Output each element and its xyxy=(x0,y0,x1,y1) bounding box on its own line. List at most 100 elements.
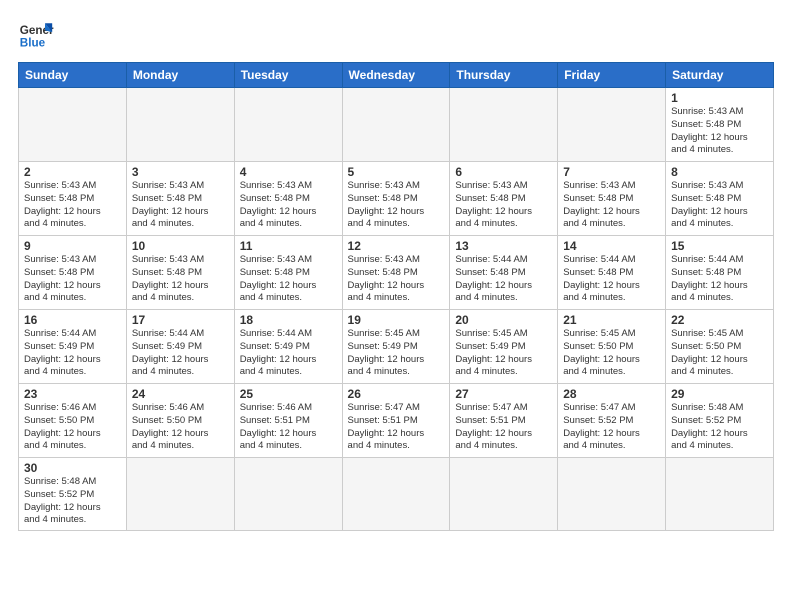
calendar-cell: 17Sunrise: 5:44 AM Sunset: 5:49 PM Dayli… xyxy=(126,310,234,384)
day-info: Sunrise: 5:45 AM Sunset: 5:49 PM Dayligh… xyxy=(348,328,445,379)
day-number: 5 xyxy=(348,165,445,179)
day-info: Sunrise: 5:44 AM Sunset: 5:48 PM Dayligh… xyxy=(455,254,552,305)
calendar-cell: 13Sunrise: 5:44 AM Sunset: 5:48 PM Dayli… xyxy=(450,236,558,310)
day-info: Sunrise: 5:47 AM Sunset: 5:52 PM Dayligh… xyxy=(563,402,660,453)
day-info: Sunrise: 5:43 AM Sunset: 5:48 PM Dayligh… xyxy=(132,254,229,305)
day-number: 24 xyxy=(132,387,229,401)
calendar-cell: 28Sunrise: 5:47 AM Sunset: 5:52 PM Dayli… xyxy=(558,384,666,458)
weekday-header: Monday xyxy=(126,63,234,88)
day-number: 13 xyxy=(455,239,552,253)
day-info: Sunrise: 5:45 AM Sunset: 5:49 PM Dayligh… xyxy=(455,328,552,379)
calendar-cell: 25Sunrise: 5:46 AM Sunset: 5:51 PM Dayli… xyxy=(234,384,342,458)
calendar-cell: 10Sunrise: 5:43 AM Sunset: 5:48 PM Dayli… xyxy=(126,236,234,310)
day-info: Sunrise: 5:43 AM Sunset: 5:48 PM Dayligh… xyxy=(348,180,445,231)
calendar-cell: 16Sunrise: 5:44 AM Sunset: 5:49 PM Dayli… xyxy=(19,310,127,384)
calendar-cell: 6Sunrise: 5:43 AM Sunset: 5:48 PM Daylig… xyxy=(450,162,558,236)
weekday-header: Saturday xyxy=(666,63,774,88)
day-info: Sunrise: 5:43 AM Sunset: 5:48 PM Dayligh… xyxy=(671,180,768,231)
calendar-cell: 2Sunrise: 5:43 AM Sunset: 5:48 PM Daylig… xyxy=(19,162,127,236)
calendar-cell: 11Sunrise: 5:43 AM Sunset: 5:48 PM Dayli… xyxy=(234,236,342,310)
weekday-header: Wednesday xyxy=(342,63,450,88)
day-info: Sunrise: 5:48 AM Sunset: 5:52 PM Dayligh… xyxy=(24,476,121,527)
day-number: 26 xyxy=(348,387,445,401)
day-number: 25 xyxy=(240,387,337,401)
day-info: Sunrise: 5:48 AM Sunset: 5:52 PM Dayligh… xyxy=(671,402,768,453)
weekday-header: Tuesday xyxy=(234,63,342,88)
day-number: 27 xyxy=(455,387,552,401)
calendar-cell xyxy=(558,88,666,162)
calendar-cell: 27Sunrise: 5:47 AM Sunset: 5:51 PM Dayli… xyxy=(450,384,558,458)
calendar-cell xyxy=(126,88,234,162)
calendar-cell xyxy=(342,458,450,531)
day-info: Sunrise: 5:44 AM Sunset: 5:48 PM Dayligh… xyxy=(671,254,768,305)
day-number: 1 xyxy=(671,91,768,105)
calendar-cell: 30Sunrise: 5:48 AM Sunset: 5:52 PM Dayli… xyxy=(19,458,127,531)
calendar-cell xyxy=(558,458,666,531)
day-number: 23 xyxy=(24,387,121,401)
day-number: 3 xyxy=(132,165,229,179)
calendar-cell xyxy=(234,458,342,531)
day-number: 6 xyxy=(455,165,552,179)
day-info: Sunrise: 5:43 AM Sunset: 5:48 PM Dayligh… xyxy=(240,254,337,305)
weekday-header: Sunday xyxy=(19,63,127,88)
calendar-cell: 24Sunrise: 5:46 AM Sunset: 5:50 PM Dayli… xyxy=(126,384,234,458)
day-number: 10 xyxy=(132,239,229,253)
calendar-cell: 15Sunrise: 5:44 AM Sunset: 5:48 PM Dayli… xyxy=(666,236,774,310)
day-number: 18 xyxy=(240,313,337,327)
calendar-cell: 5Sunrise: 5:43 AM Sunset: 5:48 PM Daylig… xyxy=(342,162,450,236)
calendar-cell: 1Sunrise: 5:43 AM Sunset: 5:48 PM Daylig… xyxy=(666,88,774,162)
header: General Blue xyxy=(18,16,774,52)
calendar-cell: 29Sunrise: 5:48 AM Sunset: 5:52 PM Dayli… xyxy=(666,384,774,458)
calendar-cell xyxy=(126,458,234,531)
calendar-cell: 22Sunrise: 5:45 AM Sunset: 5:50 PM Dayli… xyxy=(666,310,774,384)
page: General Blue SundayMondayTuesdayWednesda… xyxy=(0,0,792,612)
calendar-cell xyxy=(234,88,342,162)
day-info: Sunrise: 5:46 AM Sunset: 5:50 PM Dayligh… xyxy=(24,402,121,453)
calendar-cell xyxy=(342,88,450,162)
calendar-cell: 7Sunrise: 5:43 AM Sunset: 5:48 PM Daylig… xyxy=(558,162,666,236)
day-number: 8 xyxy=(671,165,768,179)
day-number: 12 xyxy=(348,239,445,253)
calendar-cell: 14Sunrise: 5:44 AM Sunset: 5:48 PM Dayli… xyxy=(558,236,666,310)
calendar-cell: 9Sunrise: 5:43 AM Sunset: 5:48 PM Daylig… xyxy=(19,236,127,310)
day-info: Sunrise: 5:43 AM Sunset: 5:48 PM Dayligh… xyxy=(563,180,660,231)
day-number: 20 xyxy=(455,313,552,327)
calendar-cell: 12Sunrise: 5:43 AM Sunset: 5:48 PM Dayli… xyxy=(342,236,450,310)
day-number: 28 xyxy=(563,387,660,401)
calendar-cell xyxy=(19,88,127,162)
day-number: 4 xyxy=(240,165,337,179)
day-info: Sunrise: 5:43 AM Sunset: 5:48 PM Dayligh… xyxy=(132,180,229,231)
calendar-cell: 3Sunrise: 5:43 AM Sunset: 5:48 PM Daylig… xyxy=(126,162,234,236)
day-number: 2 xyxy=(24,165,121,179)
day-number: 29 xyxy=(671,387,768,401)
day-info: Sunrise: 5:45 AM Sunset: 5:50 PM Dayligh… xyxy=(563,328,660,379)
day-info: Sunrise: 5:47 AM Sunset: 5:51 PM Dayligh… xyxy=(348,402,445,453)
day-info: Sunrise: 5:43 AM Sunset: 5:48 PM Dayligh… xyxy=(24,254,121,305)
day-info: Sunrise: 5:46 AM Sunset: 5:50 PM Dayligh… xyxy=(132,402,229,453)
calendar-cell: 4Sunrise: 5:43 AM Sunset: 5:48 PM Daylig… xyxy=(234,162,342,236)
calendar-cell: 23Sunrise: 5:46 AM Sunset: 5:50 PM Dayli… xyxy=(19,384,127,458)
calendar-table: SundayMondayTuesdayWednesdayThursdayFrid… xyxy=(18,62,774,531)
day-info: Sunrise: 5:44 AM Sunset: 5:48 PM Dayligh… xyxy=(563,254,660,305)
calendar-cell: 26Sunrise: 5:47 AM Sunset: 5:51 PM Dayli… xyxy=(342,384,450,458)
day-number: 15 xyxy=(671,239,768,253)
day-info: Sunrise: 5:43 AM Sunset: 5:48 PM Dayligh… xyxy=(671,106,768,157)
day-number: 7 xyxy=(563,165,660,179)
day-number: 19 xyxy=(348,313,445,327)
day-info: Sunrise: 5:43 AM Sunset: 5:48 PM Dayligh… xyxy=(240,180,337,231)
calendar-cell xyxy=(450,458,558,531)
calendar-cell: 21Sunrise: 5:45 AM Sunset: 5:50 PM Dayli… xyxy=(558,310,666,384)
day-info: Sunrise: 5:45 AM Sunset: 5:50 PM Dayligh… xyxy=(671,328,768,379)
day-info: Sunrise: 5:46 AM Sunset: 5:51 PM Dayligh… xyxy=(240,402,337,453)
day-info: Sunrise: 5:43 AM Sunset: 5:48 PM Dayligh… xyxy=(455,180,552,231)
day-number: 11 xyxy=(240,239,337,253)
day-number: 17 xyxy=(132,313,229,327)
weekday-header: Friday xyxy=(558,63,666,88)
day-info: Sunrise: 5:44 AM Sunset: 5:49 PM Dayligh… xyxy=(240,328,337,379)
day-number: 30 xyxy=(24,461,121,475)
day-info: Sunrise: 5:47 AM Sunset: 5:51 PM Dayligh… xyxy=(455,402,552,453)
day-info: Sunrise: 5:43 AM Sunset: 5:48 PM Dayligh… xyxy=(348,254,445,305)
calendar-cell: 20Sunrise: 5:45 AM Sunset: 5:49 PM Dayli… xyxy=(450,310,558,384)
day-info: Sunrise: 5:44 AM Sunset: 5:49 PM Dayligh… xyxy=(24,328,121,379)
day-number: 9 xyxy=(24,239,121,253)
